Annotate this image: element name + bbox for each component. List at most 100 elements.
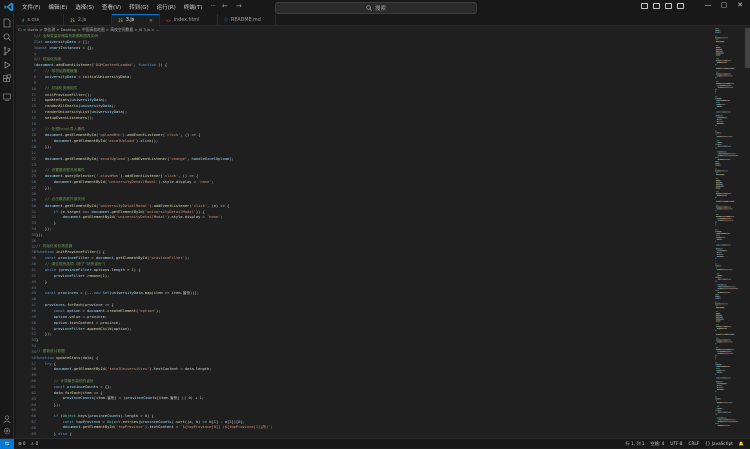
run-debug-icon[interactable] [2,60,12,70]
minimap-line [718,119,722,120]
line-number: 38 [16,250,36,254]
minimap-line [716,305,718,306]
minimap-line [719,209,722,210]
tab-s-css[interactable]: # s.css [16,14,64,26]
minimap-line [730,201,734,202]
toggle-panel-icon[interactable] [653,3,660,9]
menu-more[interactable]: ··· [206,3,219,11]
menu-edit[interactable]: 编辑(E) [44,3,71,11]
minimap-line [726,285,727,286]
minimap-line [716,317,719,318]
vertical-scrollbar-thumb[interactable] [745,28,750,68]
source-control-icon[interactable] [2,46,12,56]
minimap-line [723,425,726,426]
remote-explorer-icon[interactable] [2,92,12,102]
minimap-line [716,307,719,308]
minimap-line [725,38,727,39]
minimap-line [718,385,722,386]
minimap-line [718,146,721,147]
code-text: document.getElementById('totalUniversiti… [36,367,211,371]
tab-index-html[interactable]: <> index.html [160,14,218,26]
line-ending[interactable]: CRLF [689,441,700,447]
menu-go[interactable]: 转到(G) [125,3,153,11]
minimap-line [715,64,717,65]
menu-run[interactable]: 运行(R) [153,3,180,11]
customize-layout-icon[interactable] [677,3,684,9]
forward-arrow-icon[interactable]: → [236,2,242,10]
minimap-line [724,279,727,280]
extensions-icon[interactable] [2,74,12,84]
tab-3-js[interactable]: JS 3.js ✕ [112,14,160,26]
minimap-line [720,106,721,107]
vertical-scrollbar-track[interactable] [745,26,750,438]
minimap-line [717,195,719,196]
minimap-line [722,286,723,287]
minimap-line [716,72,719,73]
cursor-position[interactable]: 行 1, 列 1 [626,441,645,447]
minimap-line [730,279,731,280]
indentation[interactable]: 空格: 4 [651,441,665,447]
minimap-line [720,115,723,116]
minimap-line [721,231,722,232]
language-mode[interactable]: {} JavaScript [705,441,733,447]
toggle-secondary-sidebar-icon[interactable] [665,3,672,9]
minimap-line [727,38,728,39]
explorer-icon[interactable] [2,18,12,28]
menu-selection[interactable]: 选择(S) [71,3,98,11]
minimap-line [723,288,726,289]
minimap-line [717,266,719,267]
minimap-line [718,220,720,221]
code-text: }); [36,145,52,149]
line-number: 23 [16,163,36,167]
line-number: 13 [16,104,36,108]
minimap-line [718,286,719,287]
minimize-icon[interactable]: — [700,1,716,9]
encoding[interactable]: UTF-8 [670,441,682,447]
minimap-line [720,180,721,181]
line-number: 11 [16,93,36,97]
close-icon[interactable]: ✕ [732,1,748,9]
minimap[interactable] [714,26,744,438]
remote-indicator-icon[interactable]: ⇆ [0,439,14,449]
notifications-bell-icon[interactable]: 🔔 [739,441,744,447]
tab-2-js[interactable]: JS 2.js [64,14,112,26]
menu-terminal[interactable]: 终端(T) [180,3,207,11]
minimap-line [716,163,719,164]
line-number: 41 [16,268,36,272]
minimap-line [725,117,727,118]
maximize-icon[interactable]: ▢ [716,1,732,9]
close-tab-icon[interactable]: ✕ [149,18,153,24]
search-icon[interactable] [2,32,12,42]
back-arrow-icon[interactable]: ← [222,2,228,10]
code-editor[interactable]: 1// 全局变量存储高校数据和图表实例2let universityData =… [16,33,714,438]
settings-gear-icon[interactable] [2,426,12,436]
minimap-line [726,112,730,113]
minimap-line [721,100,723,101]
tab-readme-md[interactable]: ⓘ README.md [218,14,276,26]
minimap-line [724,419,726,420]
menu-view[interactable]: 查看(V) [98,3,125,11]
command-center-search[interactable]: 搜索 [275,2,477,14]
line-number: 52 [16,332,36,336]
minimap-line [718,83,721,84]
minimap-line [715,30,716,31]
minimap-line [718,248,720,249]
minimap-line [716,45,718,46]
minimap-line [721,85,723,86]
line-number: 12 [16,98,36,102]
menu-bar: 文件(F) 编辑(E) 选择(S) 查看(V) 转到(G) 运行(R) 终端(T… [18,3,220,11]
toggle-primary-sidebar-icon[interactable] [641,3,648,9]
line-number: 21 [16,151,36,155]
minimap-line [721,218,723,219]
minimap-line [727,171,728,172]
minimap-line [717,254,718,255]
errors-count[interactable]: ⊗ 0 [18,441,26,446]
code-text: option.value = province; [36,315,107,319]
account-icon[interactable] [2,414,12,424]
code-text: document.getElementById('universityDetai… [36,180,214,184]
minimap-line [721,245,722,246]
warnings-count[interactable]: ⚠ 0 [31,441,39,446]
menu-file[interactable]: 文件(F) [18,3,44,11]
breadcrumb[interactable]: C: > Users > 李佳琪 > Desktop > 中国高校地图 > 高校… [18,26,159,33]
minimap-line [719,298,720,299]
